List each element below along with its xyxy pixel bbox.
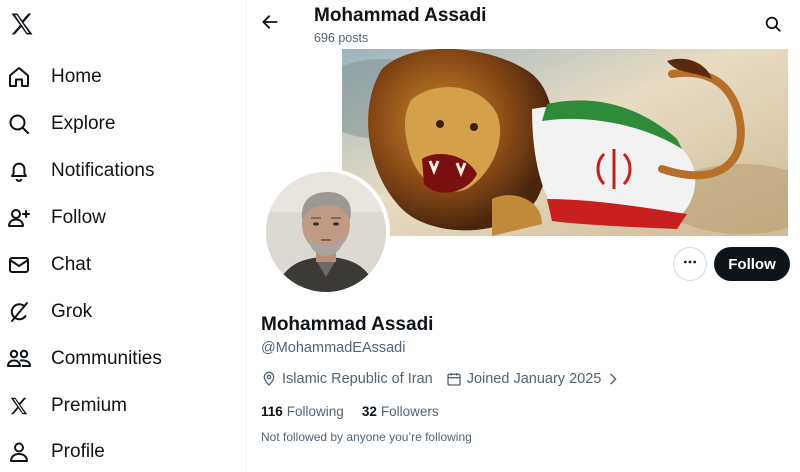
sidebar-item-follow[interactable]: Follow	[6, 198, 106, 238]
joined-date: Joined January 2025	[466, 371, 602, 387]
sidebar-item-label: Profile	[51, 441, 105, 462]
sidebar-item-label: Chat	[51, 254, 92, 275]
user-handle: @MohammadEAssadi	[261, 340, 406, 356]
calendar-icon	[446, 371, 462, 387]
mail-icon	[6, 252, 32, 278]
sidebar-item-label: Home	[51, 66, 102, 87]
sidebar-item-label: Communities	[51, 348, 162, 369]
search-icon	[6, 111, 32, 137]
bell-icon	[6, 158, 32, 184]
sidebar-item-label: Grok	[51, 301, 93, 322]
display-name: Mohammad Assadi	[261, 314, 434, 335]
person-add-icon	[6, 205, 32, 231]
followers-label: Followers	[380, 403, 439, 419]
x-logo-icon[interactable]	[8, 10, 36, 38]
back-arrow-icon[interactable]	[260, 12, 282, 34]
home-icon	[6, 64, 32, 90]
sidebar-item-premium[interactable]: Premium	[6, 386, 127, 426]
sidebar-item-label: Explore	[51, 113, 116, 134]
sidebar-item-notifications[interactable]: Notifications	[6, 151, 155, 191]
chevron-right-icon[interactable]	[605, 371, 621, 387]
search-icon[interactable]	[764, 15, 782, 33]
profile-header: Mohammad Assadi 696 posts	[248, 0, 800, 48]
followers-link[interactable]: 32 Followers	[362, 404, 439, 419]
more-options-button[interactable]	[673, 247, 707, 281]
follow-stats: 116 Following 32 Followers	[261, 401, 439, 421]
page-title: Mohammad Assadi	[314, 5, 487, 26]
location-text: Islamic Republic of Iran	[282, 371, 433, 387]
sidebar-item-grok[interactable]: Grok	[6, 292, 92, 332]
location-pin-icon	[261, 371, 277, 387]
sidebar-item-label: Follow	[51, 207, 106, 228]
people-icon	[6, 346, 32, 372]
sidebar-item-profile[interactable]: Profile	[6, 432, 105, 472]
sidebar-item-label: Notifications	[51, 160, 155, 181]
profile-meta: Islamic Republic of Iran Joined January …	[261, 369, 621, 389]
not-followed-note: Not followed by anyone you’re following	[261, 430, 472, 444]
following-count: 116	[261, 403, 283, 419]
follow-button[interactable]: Follow	[714, 247, 790, 281]
x-logo-icon	[6, 393, 32, 419]
sidebar-item-communities[interactable]: Communities	[6, 339, 162, 379]
sidebar-item-chat[interactable]: Chat	[6, 245, 91, 285]
post-count: 696 posts	[314, 31, 369, 45]
sidebar-item-home[interactable]: Home	[6, 57, 102, 97]
avatar[interactable]	[262, 168, 390, 296]
person-icon	[6, 439, 32, 465]
grok-icon	[6, 299, 32, 325]
sidebar: Home Explore Notifications Follow Chat G…	[0, 0, 247, 472]
following-link[interactable]: 116 Following	[261, 404, 344, 419]
more-horizontal-icon	[682, 254, 698, 275]
sidebar-item-explore[interactable]: Explore	[6, 104, 115, 144]
sidebar-item-label: Premium	[51, 395, 128, 416]
following-label: Following	[286, 403, 344, 419]
profile-banner[interactable]	[342, 49, 788, 236]
followers-count: 32	[361, 403, 377, 419]
